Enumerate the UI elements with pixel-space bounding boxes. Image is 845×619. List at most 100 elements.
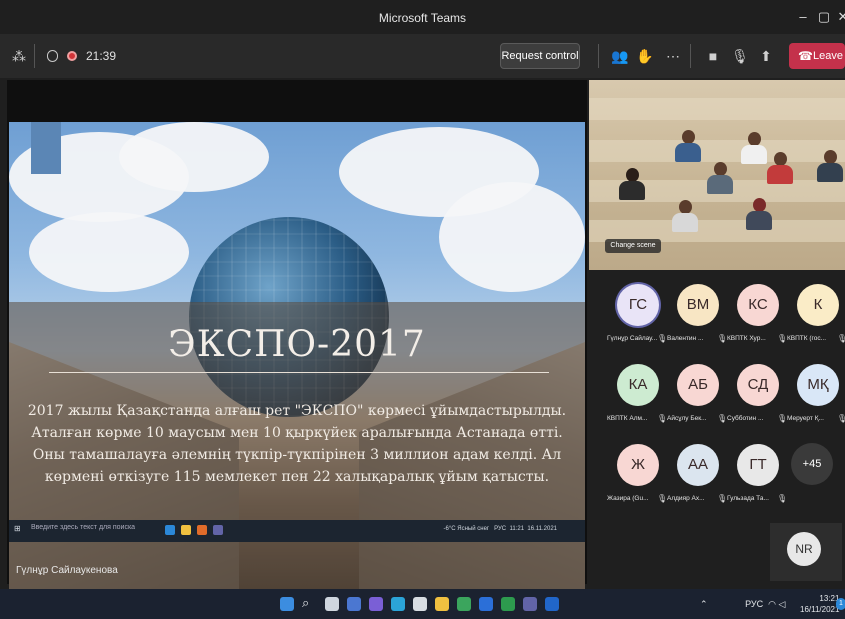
avatar: КА: [617, 364, 659, 406]
tray-lang[interactable]: РУС: [745, 599, 763, 609]
avatar: СД: [737, 364, 779, 406]
app-icon[interactable]: [501, 597, 515, 611]
mic-off-icon: 🎙: [657, 334, 668, 343]
mic-off-icon: 🎙: [657, 414, 668, 423]
avatar: МҚ: [797, 364, 839, 406]
participant-tile[interactable]: КА КВПТК Алм... 🎙: [607, 364, 667, 432]
word-icon[interactable]: [479, 597, 493, 611]
shared-screen: ЭКСПО-2017 2017 жылы Қазақстанда алғаш р…: [7, 80, 587, 600]
mic-off-icon: 🎙: [717, 334, 728, 343]
leave-button[interactable]: ☎ Leave: [789, 43, 845, 69]
leave-label: Leave: [813, 50, 843, 62]
date-text: 16.11.2021: [527, 526, 557, 532]
participant-tile[interactable]: КС КВПТК Хур... 🎙: [727, 284, 787, 352]
mic-off-icon[interactable]: 🎙: [731, 47, 749, 65]
system-tray[interactable]: ⌃ РУС ◠ ◁: [700, 599, 785, 610]
participant-tile[interactable]: АА Алдияр Ах... 🎙: [667, 444, 727, 512]
participant-figure: [672, 200, 698, 232]
weather-text: -6°C Ясный снег: [443, 526, 490, 532]
participant-tile[interactable]: ГТ Гульзада Та... 🎙: [727, 444, 787, 512]
mic-off-icon: 🎙: [777, 494, 788, 503]
participant-tile[interactable]: МҚ Меруерт Қ... 🎙: [787, 364, 845, 432]
participant-tile[interactable]: АБ Айсұлу Бек... 🎙: [667, 364, 727, 432]
mic-off-icon: 🎙: [777, 334, 788, 343]
window-title: Microsoft Teams: [378, 11, 467, 25]
avatar: АА: [677, 444, 719, 486]
notification-badge[interactable]: 1: [836, 598, 845, 610]
edge-icon[interactable]: [391, 597, 405, 611]
participant-tile[interactable]: ГС Гүлнұр Сайлау... 🎙: [607, 284, 667, 352]
presenter-name: Гүлнұр Сайлаукенова: [16, 565, 118, 576]
clock-date: 16/11/2021: [800, 605, 840, 614]
file-explorer-icon[interactable]: [435, 597, 449, 611]
shield-icon[interactable]: [47, 50, 58, 62]
chrome-icon[interactable]: [457, 597, 471, 611]
outlook-icon[interactable]: [545, 597, 559, 611]
task-view-icon[interactable]: [325, 597, 339, 611]
avatar: К: [797, 284, 839, 326]
request-control-button[interactable]: Request control: [500, 43, 580, 69]
meeting-timer: 21:39: [86, 49, 117, 63]
change-scene-button[interactable]: Change scene: [605, 239, 661, 253]
edge-icon: [165, 525, 175, 535]
mic-off-icon: 🎙: [717, 494, 728, 503]
slide-title: ЭКСПО-2017: [168, 324, 426, 365]
cloud: [29, 212, 189, 292]
participant-figure: [619, 168, 645, 200]
slide-accent-tab: [31, 122, 61, 174]
participant-tile[interactable]: СД Субботин ... 🎙: [727, 364, 787, 432]
restore-button[interactable]: ▢: [815, 8, 833, 26]
calculator-icon[interactable]: [413, 597, 427, 611]
chat-icon[interactable]: [369, 597, 383, 611]
participant-tile[interactable]: Ж Жазира (Gu... 🎙: [607, 444, 667, 512]
slide-body: 2017 жылы Қазақстанда алғаш рет "ЭКСПО" …: [27, 403, 567, 485]
seat-row: [589, 98, 845, 120]
mic-off-icon: 🎙: [777, 414, 788, 423]
more-options-icon[interactable]: ⋯: [664, 47, 682, 65]
participant-tile[interactable]: К КВПТК (гос... 🎙: [787, 284, 845, 352]
reactions-icon[interactable]: ✋: [636, 47, 654, 65]
clock[interactable]: 13:21 16/11/2021: [800, 593, 839, 615]
time-text: 11:21: [509, 526, 525, 532]
divider: [690, 44, 691, 68]
volume-icon[interactable]: ◁: [778, 599, 785, 609]
participant-tile-extra[interactable]: NR: [770, 523, 842, 581]
mic-off-icon: 🎙: [657, 494, 668, 503]
avatar: КС: [737, 284, 779, 326]
search-icon[interactable]: ⌕: [302, 595, 309, 611]
participant-figure: [741, 132, 767, 164]
avatar: ГТ: [737, 444, 779, 486]
cloud: [439, 182, 585, 292]
more-participants-button[interactable]: +45: [791, 443, 833, 485]
close-button[interactable]: ✕: [834, 8, 845, 26]
divider: [34, 44, 35, 68]
participant-figure: [817, 150, 843, 182]
avatar: NR: [787, 532, 821, 566]
avatar: ВМ: [677, 284, 719, 326]
teams-icon[interactable]: [523, 597, 537, 611]
start-icon[interactable]: [280, 597, 294, 611]
share-icon[interactable]: ⬆: [757, 47, 775, 65]
breakout-rooms-icon[interactable]: ⁂: [10, 47, 28, 65]
minimize-button[interactable]: –: [794, 8, 812, 26]
participants-icon[interactable]: 👥: [611, 47, 629, 65]
wifi-icon[interactable]: ◠: [768, 599, 776, 609]
lang-text: РУС: [494, 526, 507, 532]
avatar: АБ: [677, 364, 719, 406]
firefox-icon: [197, 525, 207, 535]
camera-off-icon[interactable]: ■: [704, 47, 722, 65]
seat-row: [589, 140, 845, 162]
widgets-icon[interactable]: [347, 597, 361, 611]
slide-rule: [49, 372, 549, 373]
mic-off-icon: 🎙: [837, 414, 845, 423]
participant-figure: [707, 162, 733, 194]
meeting-control-bar: ⁂ 21:39 Request control 👥 ✋ ⋯ ■ 🎙 ⬆ ☎ Le…: [0, 34, 845, 78]
participant-figure: [675, 130, 701, 162]
phone-icon: ☎: [798, 49, 813, 63]
shared-tray: -6°C Ясный снег РУС 11:21 16.11.2021: [444, 526, 557, 532]
chevron-up-icon[interactable]: ⌃: [700, 599, 708, 609]
windows-taskbar: ⌕ ⌃ РУС ◠ ◁ 13:21 16/11/2021 1: [0, 589, 845, 619]
recording-icon: [67, 51, 77, 61]
clock-time: 13:21: [819, 594, 840, 603]
participant-tile[interactable]: ВМ Валентин ... 🎙: [667, 284, 727, 352]
